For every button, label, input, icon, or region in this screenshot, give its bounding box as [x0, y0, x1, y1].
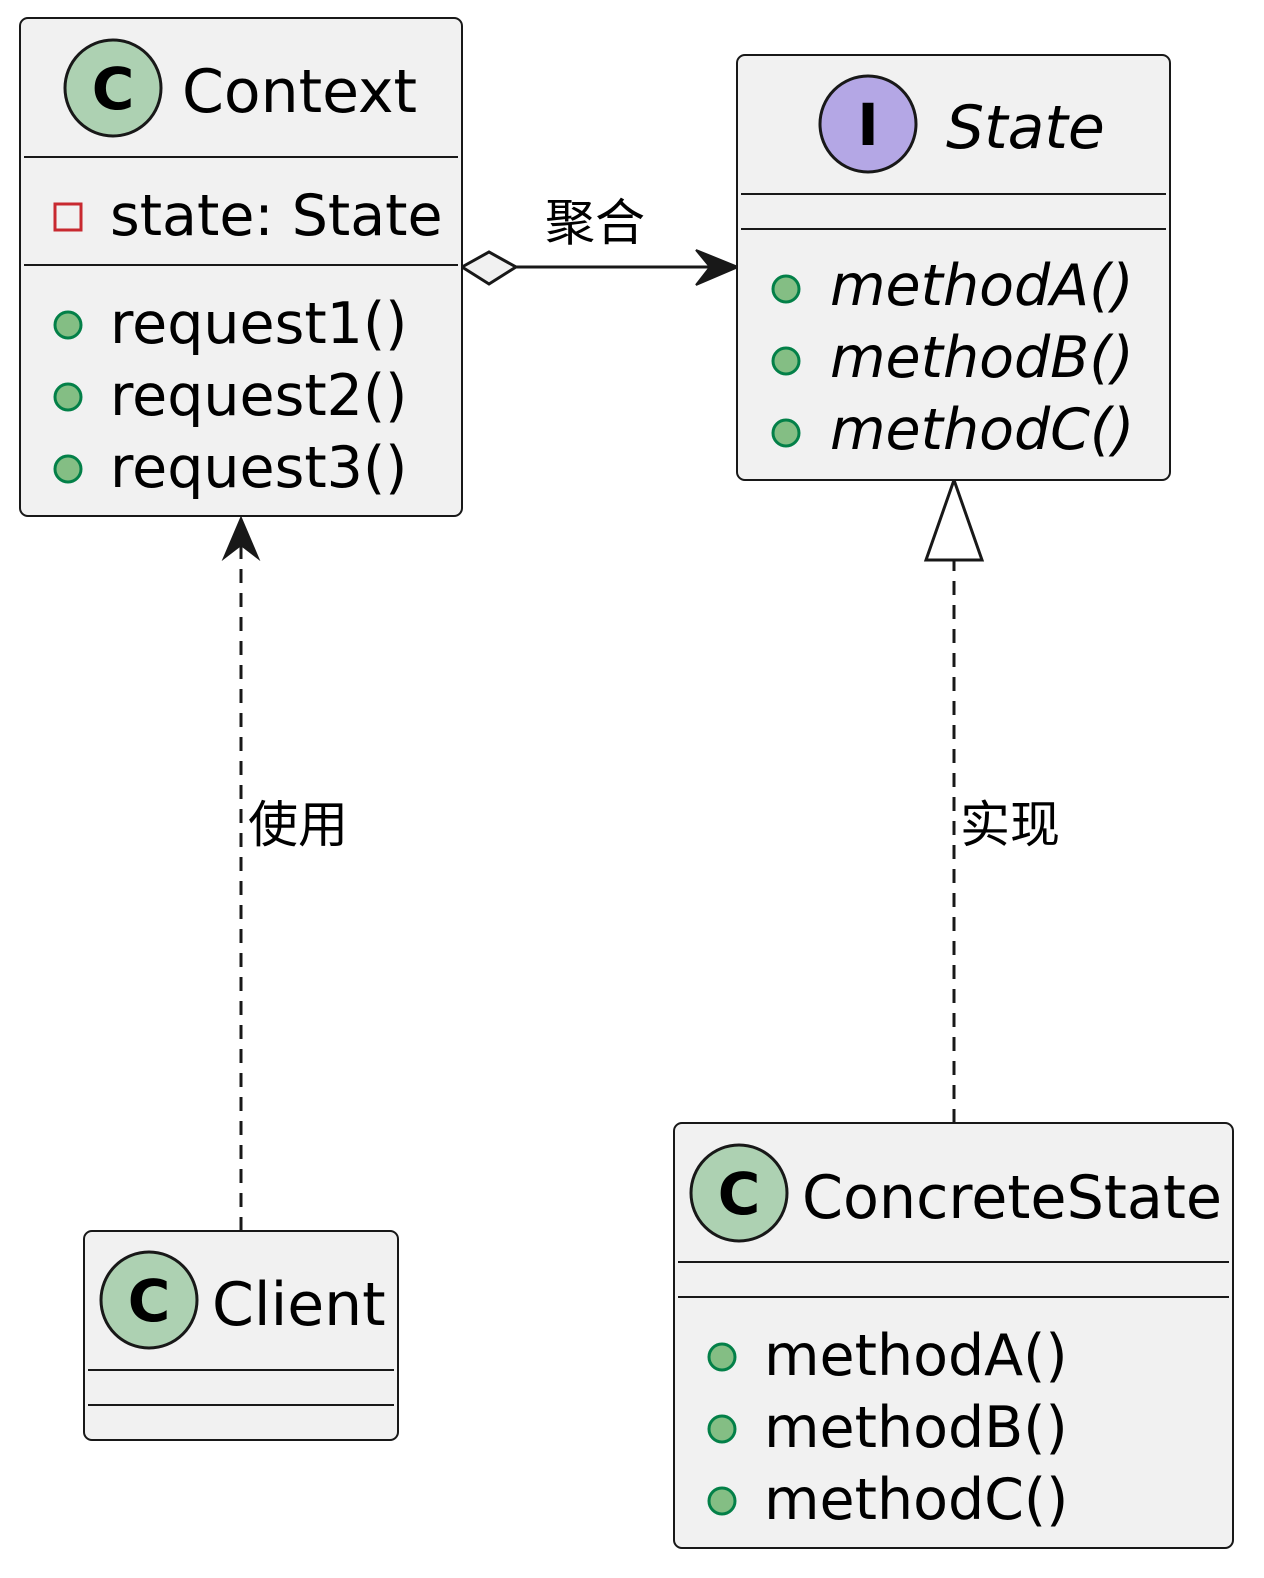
method: methodA(): [830, 253, 1134, 319]
method: methodC(): [764, 1467, 1068, 1533]
method: methodA(): [764, 1323, 1068, 1389]
uml-class-diagram: 聚合 使用 实现 C Context state: State request1…: [19, 17, 1234, 1549]
realization-triangle: [923, 475, 985, 562]
method: request2(): [110, 363, 407, 429]
public-icon: [771, 346, 801, 376]
method: request3(): [110, 435, 407, 501]
usage-relation: 使用: [221, 515, 348, 1231]
usage-label: 使用: [248, 796, 348, 854]
public-icon: [707, 1486, 737, 1516]
realization-relation: 实现: [923, 475, 1060, 1123]
method: methodC(): [830, 397, 1134, 463]
svg-text:C: C: [128, 1267, 171, 1335]
attribute: state: State: [110, 183, 443, 249]
interface-name: State: [946, 93, 1105, 163]
aggregation-diamond: [459, 250, 519, 286]
class-context[interactable]: C Context state: State request1() reques…: [19, 17, 463, 517]
method: methodB(): [764, 1395, 1068, 1461]
realization-label: 实现: [960, 796, 1060, 854]
class-concrete-state[interactable]: C ConcreteState methodA() methodB() meth…: [673, 1122, 1234, 1549]
method: request1(): [110, 291, 407, 357]
aggregation-relation: 聚合: [459, 194, 741, 286]
public-icon: [771, 418, 801, 448]
interface-state[interactable]: I State methodA() methodB() methodC(): [736, 54, 1171, 481]
public-icon: [771, 274, 801, 304]
svg-text:C: C: [92, 55, 135, 123]
class-name: Client: [212, 1270, 386, 1340]
public-icon: [53, 454, 83, 484]
public-icon: [707, 1342, 737, 1372]
public-icon: [53, 382, 83, 412]
class-name: Context: [182, 57, 417, 127]
public-icon: [707, 1414, 737, 1444]
class-name: ConcreteState: [802, 1163, 1222, 1233]
svg-text:C: C: [718, 1160, 761, 1228]
aggregation-label: 聚合: [545, 194, 645, 252]
svg-text:I: I: [857, 91, 879, 159]
class-client[interactable]: C Client: [83, 1230, 399, 1441]
public-icon: [53, 310, 83, 340]
method: methodB(): [830, 325, 1134, 391]
